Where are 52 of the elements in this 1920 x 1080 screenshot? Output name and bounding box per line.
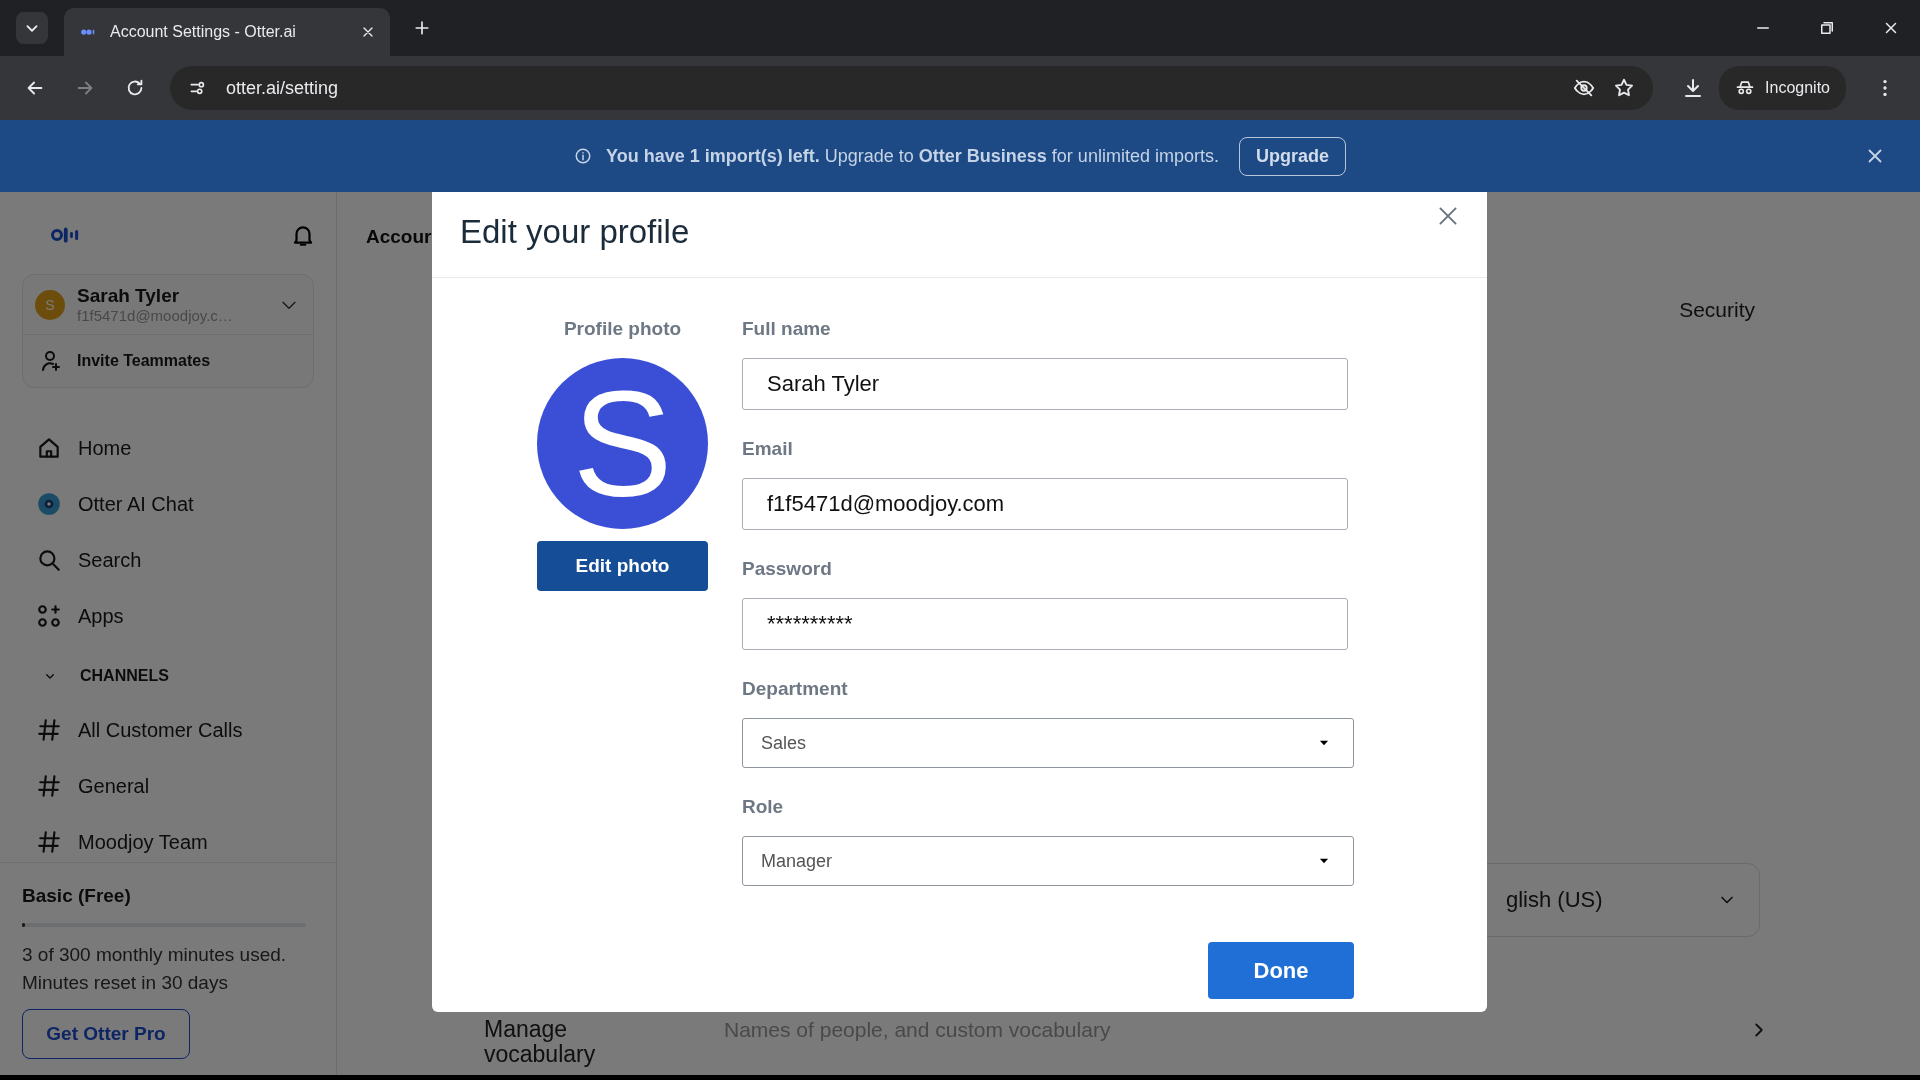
select-dropdown[interactable]: Manager <box>742 836 1354 886</box>
text-field[interactable]: ********** <box>742 598 1348 650</box>
address-bar[interactable]: otter.ai/setting <box>170 66 1654 110</box>
info-icon <box>574 147 593 165</box>
star-icon[interactable] <box>1613 77 1636 99</box>
field-label: Role <box>742 796 785 819</box>
get-pro-button[interactable]: Get Otter Pro <box>22 1009 190 1059</box>
otter-chat-icon <box>36 491 62 517</box>
usage-text: 3 of 300 monthly minutes used. <box>22 943 288 967</box>
nav-item[interactable]: Home <box>22 420 336 476</box>
field-label: Email <box>742 438 794 461</box>
home-icon <box>36 435 62 461</box>
hash-icon <box>36 717 62 743</box>
tab-list-icon[interactable] <box>16 12 48 44</box>
nav-item[interactable]: Search <box>22 532 336 588</box>
channel-item[interactable]: Moodjoy Team <box>22 814 336 862</box>
avatar: S <box>35 289 65 320</box>
channel-item[interactable]: General <box>22 758 336 814</box>
text-field[interactable]: f1f5471d@moodjoy.com <box>742 478 1348 530</box>
reset-text: Minutes reset in 30 days <box>22 971 229 995</box>
field-label: Department <box>742 678 849 701</box>
invite-teammates-link[interactable]: Invite Teammates <box>23 335 313 387</box>
nav-item[interactable]: Otter AI Chat <box>22 476 336 532</box>
user-name: Sarah Tyler <box>77 285 181 307</box>
profile-avatar: S <box>537 358 708 529</box>
hash-icon <box>36 829 62 855</box>
browser-tab[interactable]: Account Settings - Otter.ai <box>64 8 390 56</box>
done-button[interactable]: Done <box>1208 942 1354 999</box>
field-label: Full name <box>742 318 832 341</box>
edit-photo-button[interactable]: Edit photo <box>537 541 708 591</box>
channels-toggle[interactable]: CHANNELS <box>22 650 336 702</box>
select-dropdown[interactable]: Sales <box>742 718 1354 768</box>
text-field[interactable]: Sarah Tyler <box>742 358 1348 410</box>
url-text: otter.ai/setting <box>226 77 339 99</box>
incognito-button[interactable]: Incognito <box>1719 66 1846 110</box>
settings-tab[interactable]: Security <box>1679 298 1755 322</box>
plan-name: Basic (Free) <box>22 885 132 907</box>
banner-message: You have 1 import(s) left. Upgrade to Otter Business for unlimited imports. <box>606 145 1219 167</box>
apps-icon <box>36 603 62 629</box>
field-label: Profile photo <box>563 318 682 341</box>
add-person-icon <box>39 349 63 373</box>
upgrade-button[interactable]: Upgrade <box>1238 136 1346 176</box>
search-icon <box>36 547 62 573</box>
tab-title: Account Settings - Otter.ai <box>110 23 297 41</box>
hash-icon <box>36 773 62 799</box>
nav-item[interactable]: Apps <box>22 588 336 644</box>
page-title: Accour <box>366 226 432 248</box>
dialog-title: Edit your profile <box>460 213 690 251</box>
eye-off-icon[interactable] <box>1573 77 1596 99</box>
field-label: Password <box>742 558 833 581</box>
channel-item[interactable]: All Customer Calls <box>22 702 336 758</box>
restore-icon[interactable] <box>1818 19 1836 37</box>
